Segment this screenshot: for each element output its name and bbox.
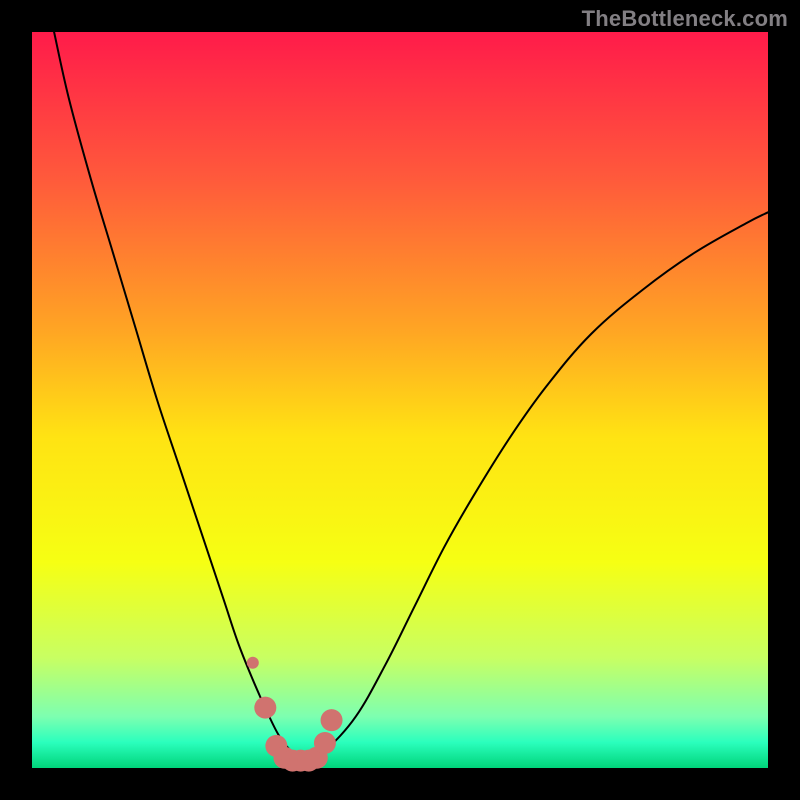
highlight-band-point (314, 732, 336, 754)
bottleneck-chart (0, 0, 800, 800)
chart-frame: TheBottleneck.com (0, 0, 800, 800)
highlight-band-point (254, 697, 276, 719)
plot-background (32, 32, 768, 768)
watermark-text: TheBottleneck.com (582, 6, 788, 32)
highlight-band-point (321, 709, 343, 731)
highlight-dot-point (247, 657, 259, 669)
